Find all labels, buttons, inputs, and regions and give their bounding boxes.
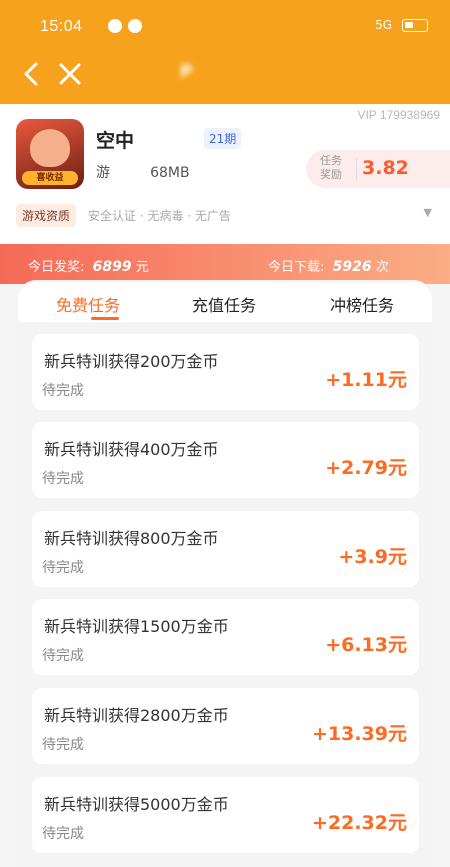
task-item[interactable]: 新兵特训获得400万金币 待完成 +2.79元: [32, 422, 419, 498]
signal-icon: 5G: [375, 18, 392, 32]
today-download: 今日下载: 5926 次: [268, 259, 389, 275]
back-arrow-icon[interactable]: [18, 60, 46, 88]
task-status: 待完成: [42, 826, 84, 842]
task-item[interactable]: 新兵特训获得200万金币 待完成 +1.11元: [32, 334, 419, 410]
close-icon[interactable]: [56, 60, 84, 88]
task-status: 待完成: [42, 560, 84, 576]
task-item[interactable]: 新兵特训获得1500万金币 待完成 +6.13元: [32, 599, 419, 675]
app-notification-icon: [128, 19, 142, 33]
task-amount: +2.79元: [325, 457, 407, 479]
tab-recharge-tasks[interactable]: 充值任务: [192, 292, 256, 316]
task-item[interactable]: 新兵特训获得5000万金币 待完成 +22.32元: [32, 777, 419, 853]
qualification-text: 安全认证 · 无病毒 · 无广告: [88, 209, 231, 223]
today-prize: 今日发奖: 6899 元: [28, 259, 149, 275]
vip-id: VIP 179938969: [357, 108, 440, 122]
game-name: 空中: [96, 130, 135, 152]
period-badge: 21期: [204, 128, 242, 149]
page-title: P: [180, 62, 193, 82]
battery-icon: [402, 18, 428, 32]
task-title: 新兵特训获得1500万金币: [44, 617, 229, 636]
qualification-tag[interactable]: 游戏资质: [16, 204, 77, 227]
active-tab-indicator: [91, 317, 119, 320]
task-title: 新兵特训获得400万金币: [44, 440, 219, 459]
task-reward-box: 任务奖励 3.82: [306, 150, 450, 188]
tab-ranking-tasks[interactable]: 冲榜任务: [330, 292, 394, 316]
chat-icon: [108, 19, 122, 33]
task-title: 新兵特训获得2800万金币: [44, 706, 229, 725]
reward-label: 任务奖励: [320, 154, 342, 181]
task-amount: +13.39元: [311, 723, 407, 745]
game-icon[interactable]: 喜收益: [16, 119, 84, 189]
task-status: 待完成: [42, 737, 84, 753]
task-title: 新兵特训获得5000万金币: [44, 795, 229, 814]
task-amount: +22.32元: [311, 812, 407, 834]
task-status: 待完成: [42, 383, 84, 399]
task-tabs: 免费任务 充值任务 冲榜任务: [18, 282, 432, 322]
game-icon-badge: 喜收益: [22, 171, 78, 185]
chevron-down-icon[interactable]: ▼: [382, 206, 432, 224]
task-item[interactable]: 新兵特训获得800万金币 待完成 +3.9元: [32, 511, 419, 587]
task-amount: +6.13元: [325, 634, 407, 656]
task-title: 新兵特训获得200万金币: [44, 352, 219, 371]
stats-banner: 今日发奖: 6899 元 今日下载: 5926 次: [0, 244, 450, 284]
reward-value: 3.82: [362, 157, 409, 179]
game-size: 游 68MB: [96, 165, 190, 181]
task-item[interactable]: 新兵特训获得2800万金币 待完成 +13.39元: [32, 688, 419, 764]
task-status: 待完成: [42, 471, 84, 487]
task-title: 新兵特训获得800万金币: [44, 529, 219, 548]
task-amount: +1.11元: [325, 369, 407, 391]
status-bar: 15:04 5G: [0, 0, 450, 56]
tab-free-tasks[interactable]: 免费任务: [56, 292, 120, 316]
task-amount: +3.9元: [338, 546, 407, 568]
task-status: 待完成: [42, 648, 84, 664]
game-info-card: VIP 179938969 喜收益 空中 21期 游 68MB 任务奖励 3.8…: [0, 104, 450, 244]
status-time: 15:04: [40, 18, 83, 35]
